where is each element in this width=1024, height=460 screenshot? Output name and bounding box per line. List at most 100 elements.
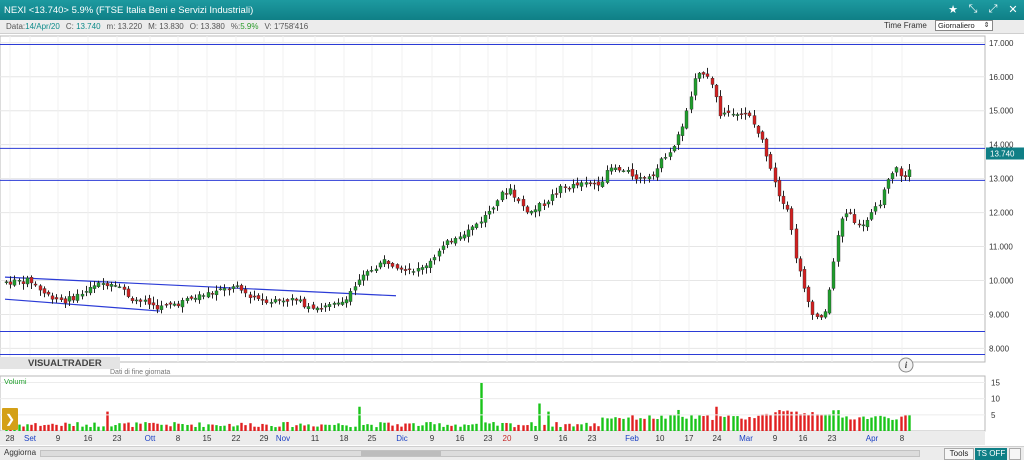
volume-bar xyxy=(160,424,163,431)
candle-up xyxy=(336,302,341,305)
candle-down xyxy=(151,302,156,306)
side-panel-arrow-icon[interactable]: ❯ xyxy=(2,408,18,430)
candle-down xyxy=(760,131,765,140)
volume-bar xyxy=(177,423,180,431)
volume-bar xyxy=(383,422,386,431)
candle-up xyxy=(101,283,106,285)
candle-up xyxy=(483,214,488,223)
candle-down xyxy=(71,296,76,301)
candle-up xyxy=(323,305,328,308)
current-price-label: 13.740 xyxy=(990,149,1015,158)
screenshot-icon[interactable] xyxy=(1009,448,1021,460)
expand-icon[interactable]: ⤢ xyxy=(986,2,1000,16)
volume-bar xyxy=(761,414,764,431)
volume-bar xyxy=(648,415,651,431)
volume-bar xyxy=(102,426,105,431)
close-icon[interactable]: ✕ xyxy=(1006,2,1020,16)
volume-bar xyxy=(207,424,210,431)
ts-off-button[interactable]: TS OFF xyxy=(975,448,1007,460)
volume-tick-label: 15 xyxy=(991,378,1000,387)
candle-down xyxy=(122,286,127,290)
candle-down xyxy=(248,294,253,298)
volume-bar xyxy=(677,409,680,431)
refresh-button[interactable]: Aggiorna xyxy=(4,448,36,457)
candle-down xyxy=(521,199,526,207)
candle-up xyxy=(340,301,345,305)
candle-up xyxy=(357,279,362,285)
candle-up xyxy=(873,206,878,212)
volume-bar xyxy=(706,415,709,431)
candle-up xyxy=(827,289,832,314)
volume-bar xyxy=(324,424,327,431)
volume-bar xyxy=(543,424,546,431)
candle-up xyxy=(605,170,610,183)
volume-bar xyxy=(249,423,252,431)
candle-down xyxy=(147,298,152,305)
volume-bar xyxy=(316,426,319,431)
volume-bar xyxy=(412,423,415,431)
pct-value: 5.9% xyxy=(240,22,259,31)
candle-up xyxy=(109,284,114,287)
volume-bar xyxy=(534,425,537,431)
candle-up xyxy=(684,110,689,129)
candle-down xyxy=(126,288,131,297)
volume-bar xyxy=(404,423,407,431)
volume-bar xyxy=(845,416,848,431)
volume-bar xyxy=(240,422,243,431)
chevron-down-icon[interactable]: ⇕ xyxy=(982,21,991,30)
star-icon[interactable]: ★ xyxy=(946,2,960,16)
candle-down xyxy=(403,269,408,271)
candle-down xyxy=(726,110,731,113)
volume-bar xyxy=(471,424,474,431)
timeframe-select[interactable]: Giornaliero ⇕ xyxy=(935,20,993,31)
volume-bar xyxy=(740,418,743,431)
price-tick-label: 15.000 xyxy=(989,107,1014,116)
price-tick-label: 12.000 xyxy=(989,209,1014,218)
candle-down xyxy=(798,258,803,272)
candle-down xyxy=(710,78,715,85)
volume-bar xyxy=(685,418,688,431)
volume-bar xyxy=(900,416,903,431)
candle-up xyxy=(437,250,442,257)
volume-bar xyxy=(492,422,495,431)
candle-up xyxy=(458,236,463,240)
candle-up xyxy=(117,286,122,289)
candle-up xyxy=(235,285,240,287)
candle-down xyxy=(596,181,601,186)
volume-bar xyxy=(228,423,231,431)
volume-bar xyxy=(349,427,352,431)
volume-bar xyxy=(828,414,831,431)
volume-bar xyxy=(295,425,298,431)
volume-bar xyxy=(694,418,697,431)
volume-bar xyxy=(93,422,96,431)
candle-up xyxy=(222,288,227,291)
volume-bar xyxy=(152,422,155,431)
candle-up xyxy=(878,204,883,207)
volume-bar xyxy=(421,425,424,431)
candle-down xyxy=(29,277,34,284)
max-value: 13.830 xyxy=(159,22,184,31)
volume-bar xyxy=(85,424,88,431)
volume-bar xyxy=(190,424,193,431)
price-chart[interactable]: 17.00016.00015.00014.00013.00012.00011.0… xyxy=(0,34,1024,446)
volume-bar xyxy=(522,425,525,431)
restore-icon[interactable]: ⤡ xyxy=(966,2,980,16)
volume-bar xyxy=(265,424,268,431)
window-titlebar: NEXI <13.740> 5.9% (FTSE Italia Beni e S… xyxy=(0,0,1024,20)
tools-button[interactable]: Tools xyxy=(944,448,974,460)
candle-down xyxy=(38,285,43,291)
volume-bar xyxy=(22,426,25,431)
volume-bar xyxy=(198,422,201,431)
price-tick-label: 10.000 xyxy=(989,277,1014,286)
volume-bar xyxy=(538,403,541,431)
candle-down xyxy=(789,208,794,231)
volume-bar xyxy=(18,424,21,431)
scroll-thumb[interactable] xyxy=(361,451,441,456)
time-tick-label: 8 xyxy=(176,434,181,443)
candle-up xyxy=(600,181,605,187)
volume-bar xyxy=(597,426,600,431)
open-value: 13.380 xyxy=(200,22,225,31)
volume-bar xyxy=(748,416,751,431)
volume-bar xyxy=(883,416,886,431)
horizontal-scrollbar[interactable] xyxy=(40,450,920,457)
